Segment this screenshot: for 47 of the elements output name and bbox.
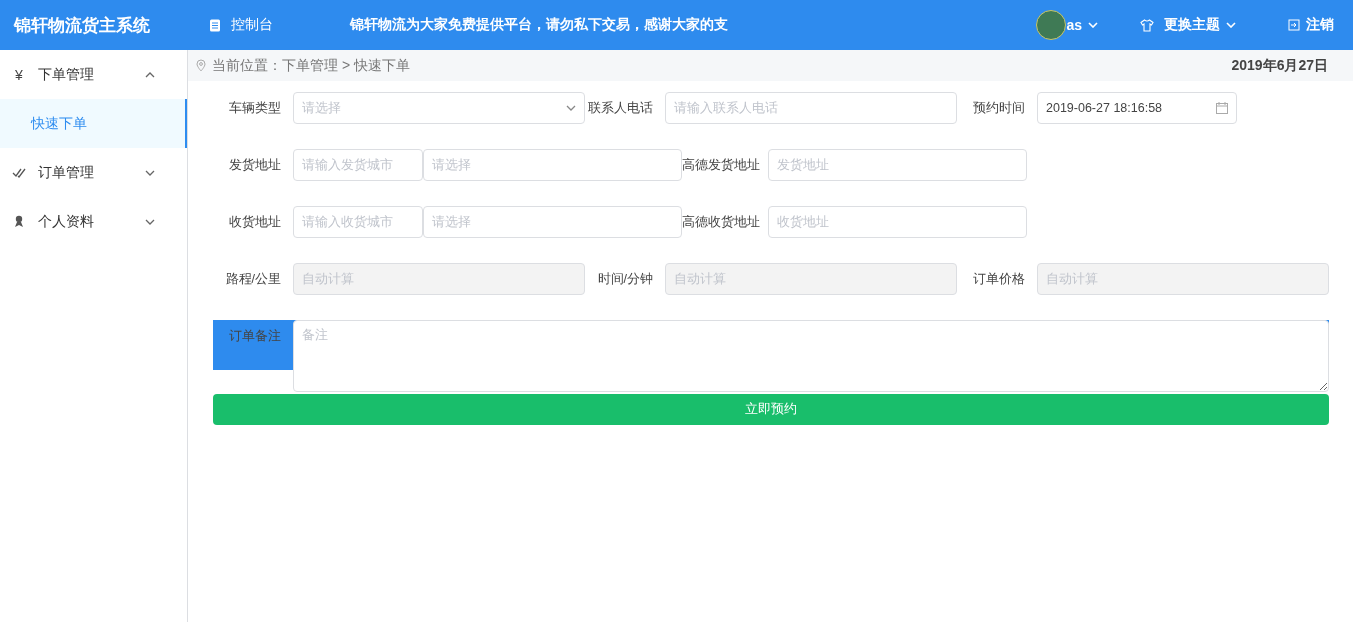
city-input[interactable]: 请输入发货城市 bbox=[293, 149, 423, 181]
field-label: 收货地址 bbox=[228, 213, 282, 231]
notice-text: 锦轩物流为大家免费提供平台，请勿私下交易，感谢大家的支 bbox=[350, 16, 728, 34]
field-label: 订单价格 bbox=[972, 270, 1026, 288]
field-label: 联系人电话 bbox=[587, 99, 654, 117]
chevron-icon bbox=[145, 169, 155, 176]
chevron-icon bbox=[145, 218, 155, 225]
sidebar-item[interactable]: 个人资料 bbox=[0, 197, 187, 246]
chevron-icon bbox=[145, 71, 155, 78]
remark-textarea[interactable]: 备注 bbox=[293, 320, 1329, 392]
yen-icon: ¥ bbox=[12, 66, 26, 83]
sidebar-subitem[interactable]: 快速下单 bbox=[0, 99, 187, 148]
district-select[interactable]: 请选择 bbox=[423, 206, 682, 238]
sidebar-item[interactable]: ¥ 下单管理 bbox=[0, 50, 187, 99]
current-date: 2019年6月27日 bbox=[1231, 56, 1328, 75]
phone-input[interactable]: 请输入联系人电话 bbox=[665, 92, 957, 124]
vehicle-type-select[interactable]: 请选择 bbox=[293, 92, 585, 124]
app-title: 锦轩物流货主系统 bbox=[12, 14, 151, 37]
field-label: 预约时间 bbox=[972, 99, 1026, 117]
breadcrumb-path: 下单管理 > 快速下单 bbox=[282, 56, 410, 75]
chevron-down-icon bbox=[566, 105, 576, 111]
document-icon bbox=[209, 18, 221, 32]
avatar[interactable] bbox=[1036, 10, 1067, 40]
logout-icon bbox=[1288, 19, 1300, 31]
shirt-icon bbox=[1140, 18, 1154, 32]
field-label: 车辆类型 bbox=[228, 99, 282, 117]
field-label: 时间/分钟 bbox=[596, 270, 654, 288]
location-pin-icon bbox=[196, 59, 206, 72]
submit-button[interactable]: 立即预约 bbox=[213, 394, 1329, 425]
double-check-icon bbox=[12, 167, 26, 178]
field-label: 发货地址 bbox=[228, 156, 282, 174]
district-select[interactable]: 请选择 bbox=[423, 149, 682, 181]
city-input[interactable]: 请输入收货城市 bbox=[293, 206, 423, 238]
address-input[interactable]: 收货地址 bbox=[768, 206, 1027, 238]
date-time-picker[interactable]: 2019-06-27 18:16:58 bbox=[1037, 92, 1237, 124]
field-label: 路程/公里 bbox=[224, 270, 282, 288]
address-input[interactable]: 发货地址 bbox=[768, 149, 1027, 181]
chevron-down-icon bbox=[1226, 22, 1236, 28]
logout-link[interactable]: 注销 bbox=[1306, 16, 1334, 34]
field-label: 订单备注 bbox=[228, 328, 282, 345]
dashboard-link[interactable]: 控制台 bbox=[209, 16, 350, 34]
theme-menu[interactable]: 更换主题 bbox=[1164, 16, 1236, 34]
sidebar-item[interactable]: 订单管理 bbox=[0, 148, 187, 197]
chevron-down-icon bbox=[1088, 22, 1098, 28]
breadcrumb-label: 当前位置： bbox=[212, 56, 282, 75]
calendar-icon bbox=[1216, 102, 1228, 114]
user-menu[interactable]: as bbox=[1066, 17, 1098, 33]
